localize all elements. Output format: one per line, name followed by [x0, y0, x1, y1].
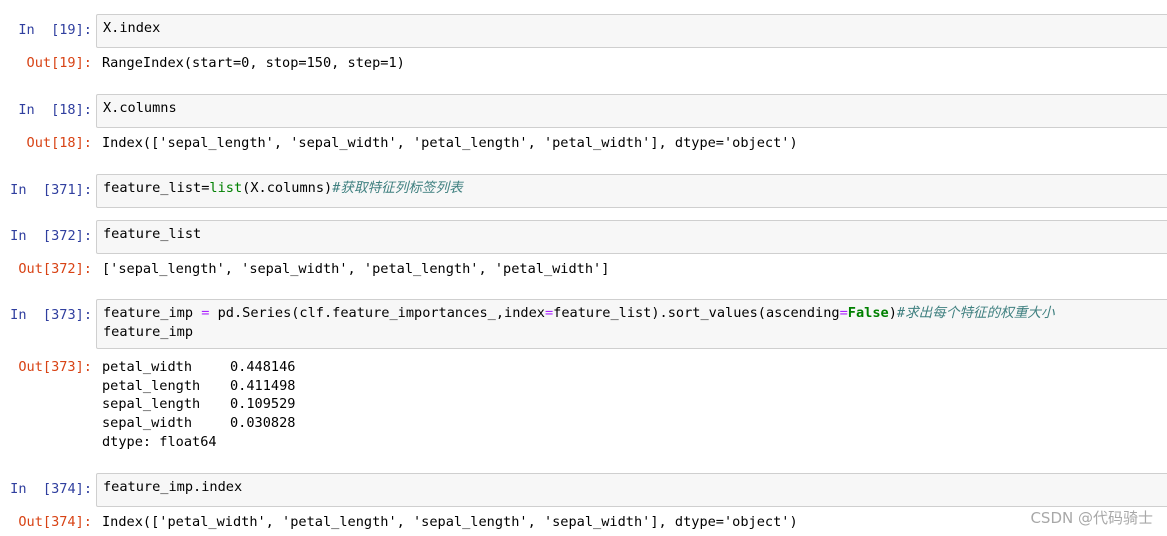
- code-text: ): [888, 305, 897, 321]
- builtin-keyword: list: [209, 180, 243, 196]
- output-line: RangeIndex(start=0, stop=150, step=1): [102, 55, 405, 71]
- watermark: CSDN @代码骑士: [1030, 509, 1153, 527]
- in-prompt: In [373]:: [10, 307, 92, 323]
- code-comment: #求出每个特征的权重大小: [896, 305, 1055, 321]
- operator: =: [544, 305, 554, 321]
- code-line: feature_imp: [103, 324, 194, 340]
- code-text: (X.columns): [242, 180, 333, 196]
- series-row: sepal_width 0.030828: [102, 414, 1150, 433]
- series-row: petal_width 0.448146: [102, 358, 1150, 377]
- series-output: petal_width 0.448146 petal_length 0.411498…: [96, 358, 1156, 451]
- series-label: petal_width: [102, 359, 193, 375]
- operator: =: [839, 305, 848, 321]
- code-text: pd.Series(clf.feature_importances_,index: [209, 305, 545, 321]
- output-text: RangeIndex(start=0, stop=150, step=1): [96, 54, 1156, 73]
- series-row: petal_length 0.411498: [102, 377, 1150, 396]
- series-dtype: dtype: float64: [102, 433, 217, 450]
- code-line: feature_list: [103, 226, 202, 242]
- code-line: feature_list=list(X.columns)#获取特征列标签列表: [103, 179, 1167, 198]
- in-prompt: In [19]:: [18, 22, 92, 38]
- code-line: X.columns: [103, 100, 177, 116]
- code-line: feature_imp = pd.Series(clf.feature_impo…: [103, 304, 1167, 323]
- in-prompt: In [371]:: [10, 182, 92, 198]
- out-prompt: Out[374]:: [18, 514, 92, 530]
- series-value: 0.448146: [230, 359, 296, 375]
- in-prompt: In [372]:: [10, 228, 92, 244]
- code-line: feature_imp.index: [103, 479, 243, 495]
- code-input[interactable]: X.index: [96, 14, 1167, 48]
- series-value: 0.411498: [230, 377, 296, 394]
- bool-keyword: False: [847, 305, 889, 321]
- code-input[interactable]: feature_imp = pd.Series(clf.feature_impo…: [96, 299, 1167, 349]
- code-input[interactable]: feature_list=list(X.columns)#获取特征列标签列表: [96, 174, 1167, 208]
- series-value: 0.030828: [230, 415, 296, 432]
- series-row: sepal_length 0.109529: [102, 395, 1150, 414]
- output-text: Index(['sepal_length', 'sepal_width', 'p…: [96, 134, 1156, 153]
- out-prompt: Out[19]:: [26, 55, 92, 71]
- output-line: ['sepal_length', 'sepal_width', 'petal_l…: [102, 261, 610, 277]
- output-line: Index(['sepal_length', 'sepal_width', 'p…: [102, 135, 798, 151]
- code-text: feature_list=: [103, 180, 210, 196]
- series-value: 0.109529: [230, 396, 296, 413]
- series-label: sepal_length: [102, 396, 201, 413]
- in-prompt: In [374]:: [10, 481, 92, 497]
- out-prompt: Out[372]:: [18, 261, 92, 277]
- in-prompt: In [18]:: [18, 102, 92, 118]
- output-line: Index(['petal_width', 'petal_length', 's…: [102, 514, 798, 530]
- series-label: petal_length: [102, 377, 201, 394]
- out-prompt: Out[373]:: [18, 359, 92, 375]
- code-text: feature_imp: [103, 305, 202, 321]
- output-text: Index(['petal_width', 'petal_length', 's…: [96, 513, 1156, 532]
- series-label: sepal_width: [102, 415, 193, 432]
- code-input[interactable]: feature_list: [96, 220, 1167, 254]
- output-text: ['sepal_length', 'sepal_width', 'petal_l…: [96, 260, 1156, 279]
- code-input[interactable]: X.columns: [96, 94, 1167, 128]
- code-input[interactable]: feature_imp.index: [96, 473, 1167, 507]
- out-prompt: Out[18]:: [26, 135, 92, 151]
- code-line: X.index: [103, 20, 161, 36]
- code-text: feature_list).sort_values(ascending: [553, 305, 840, 321]
- code-comment: #获取特征列标签列表: [332, 180, 463, 196]
